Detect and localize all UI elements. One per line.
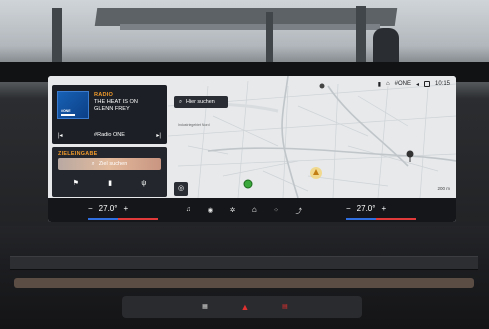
fan-icon[interactable]: ✲ — [230, 206, 235, 214]
flag-icon[interactable]: ⚑ — [73, 179, 79, 187]
channel-label: #ONE — [394, 81, 411, 87]
navigation-icon[interactable]: ⤴ — [296, 205, 303, 215]
carport-beam — [120, 24, 380, 30]
max-defrost-icon[interactable]: ▦ — [196, 302, 214, 313]
pillar-left — [52, 8, 62, 64]
destination-title: ZIELEINGABE — [58, 151, 98, 157]
station-cover-art: #ONE — [57, 91, 89, 119]
map-place-label: Industriegebiet Nord — [178, 123, 210, 127]
media-source-label: RADIO — [94, 92, 114, 98]
clock: 10:15 — [434, 81, 450, 87]
profile-icon[interactable] — [423, 81, 430, 87]
music-note-icon[interactable]: ♫ — [186, 206, 191, 213]
right-temp-warm-bar — [376, 218, 416, 220]
now-playing: THE HEAT IS ON GLENN FREY — [94, 99, 138, 113]
left-temperature-control: − 27.0° + — [88, 204, 128, 213]
left-temp-cold-bar — [88, 218, 118, 220]
right-temp-minus-button[interactable]: − — [346, 204, 351, 213]
left-temp-plus-button[interactable]: + — [123, 204, 128, 213]
destination-widget: ZIELEINGABE ⌕ Ziel suchen ⚑ ▮ ψ — [52, 147, 167, 197]
apps-icon[interactable]: ⁘ — [273, 206, 278, 214]
pillar-right — [356, 6, 366, 64]
media-controls: |◂ #Radio ONE ▸| — [52, 129, 167, 141]
fuel-icon[interactable]: ▮ — [108, 179, 112, 187]
destination-shortcuts: ⚑ ▮ ψ — [58, 177, 161, 189]
status-bar: ▮ ⌂ #ONE ◂ 10:15 — [378, 79, 450, 89]
wireless-icon: ⌂ — [386, 81, 390, 87]
home-icon[interactable]: ⌂ — [252, 205, 257, 214]
song-title: THE HEAT IS ON — [94, 99, 138, 105]
media-widget[interactable]: #ONE RADIO THE HEAT IS ON GLENN FREY |◂ … — [52, 85, 167, 144]
search-icon: ⌕ — [91, 160, 95, 167]
cover-label: #ONE — [61, 109, 71, 113]
restaurant-icon[interactable]: ψ — [141, 180, 146, 187]
artist-name: GLENN FREY — [94, 106, 130, 112]
right-temperature-control: − 27.0° + — [346, 204, 386, 213]
left-temp-value[interactable]: 27.0° — [99, 204, 118, 213]
bluetooth-icon: ▮ — [377, 81, 381, 88]
next-track-icon[interactable]: ▸| — [156, 132, 161, 139]
left-temp-warm-bar — [118, 218, 158, 220]
station-name: #Radio ONE — [94, 132, 125, 138]
rear-defrost-icon[interactable]: ▤ — [276, 302, 294, 313]
left-temp-minus-button[interactable]: − — [88, 204, 93, 213]
recenter-map-button[interactable]: ◎ — [174, 182, 188, 196]
scale-label: 200 m — [437, 186, 450, 191]
pillar-center — [266, 12, 273, 62]
right-temp-plus-button[interactable]: + — [381, 204, 386, 213]
air-vent — [10, 256, 478, 270]
map-search-icon: ⌕ — [179, 98, 183, 105]
recenter-icon: ◎ — [177, 185, 185, 192]
wood-trim — [14, 278, 474, 288]
right-temp-value[interactable]: 27.0° — [357, 204, 376, 213]
bottom-bar: − 27.0° + ♫ ◉ ✲ ⌂ ⁘ ⤴ − 27.0° + — [48, 198, 456, 222]
cover-bar — [61, 114, 75, 116]
right-temp-cold-bar — [346, 218, 376, 220]
destination-search-button[interactable]: ⌕ Ziel suchen — [58, 158, 161, 170]
map-search-button[interactable]: ⌕ Hier suchen — [174, 96, 228, 108]
destination-search-label: Ziel suchen — [98, 161, 128, 167]
map-scale: 200 m — [437, 186, 450, 191]
phone-icon[interactable]: ◉ — [208, 206, 214, 214]
infotainment-screen: ▮ ⌂ #ONE ◂ 10:15 #ONE RADIO THE HEAT IS … — [48, 76, 456, 222]
hazard-icon[interactable]: ▲ — [236, 302, 254, 313]
signal-icon: ◂ — [415, 81, 419, 88]
bottom-nav: ♫ ◉ ✲ ⌂ ⁘ ⤴ — [186, 203, 302, 216]
previous-track-icon[interactable]: |◂ — [58, 132, 63, 139]
map-search-label: Hier suchen — [186, 99, 215, 105]
